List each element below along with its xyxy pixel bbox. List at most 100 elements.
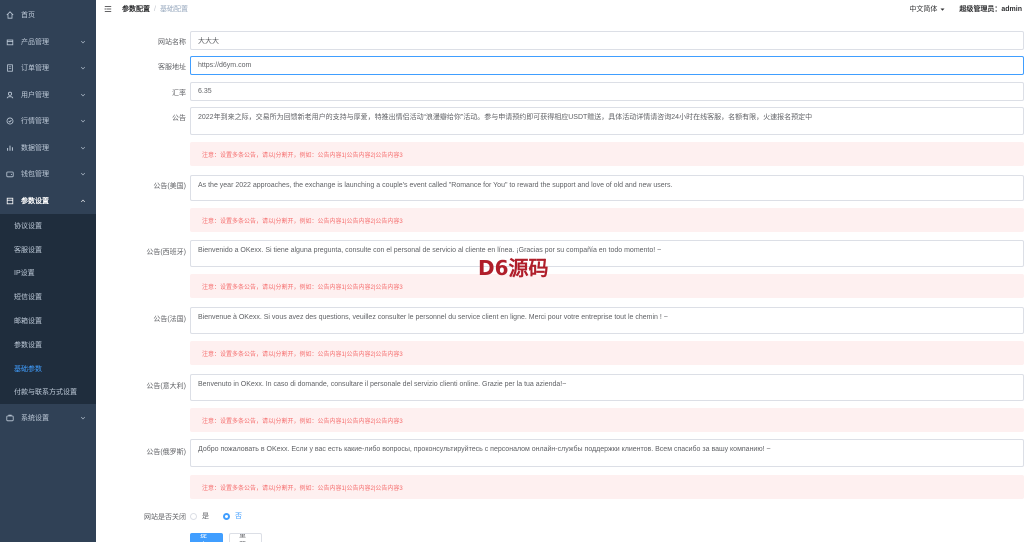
site-closed-label: 网站是否关闭 <box>144 514 186 521</box>
notice-it-textarea[interactable]: Benvenuto in OKexx. In caso di domande, … <box>190 374 1024 401</box>
breadcrumb: 参数配置 / 基础配置 <box>122 4 188 14</box>
submenu-item-sms[interactable]: 短信设置 <box>0 285 96 309</box>
chevron-down-icon <box>80 93 86 97</box>
chevron-up-icon <box>80 199 86 202</box>
breadcrumb-item[interactable]: 参数配置 <box>122 4 150 14</box>
topbar-right: 中文简体 超级管理员：admin <box>909 0 1024 18</box>
language-selector[interactable]: 中文简体 <box>909 4 945 14</box>
notice-it-value: Benvenuto in OKexx. In caso di domande, … <box>198 381 567 388</box>
site-closed-radio-group: 是 否 <box>190 511 256 521</box>
notice-en-textarea[interactable]: As the year 2022 approaches, the exchang… <box>190 175 1024 201</box>
chevron-down-icon <box>80 416 86 419</box>
notice-ru-textarea[interactable]: Добро пожаловать в OKexx. Если у вас ест… <box>190 439 1024 467</box>
sidebar-item-users[interactable]: 用户管理 <box>0 82 96 109</box>
notice-en-label: 公告(美国) <box>153 183 186 190</box>
params-submenu: 协议设置 客服设置 IP设置 短信设置 邮箱设置 参数设置 基础参数 付款与联系… <box>0 214 96 405</box>
radio-no[interactable]: 否 <box>223 511 242 521</box>
service-url-label: 客服地址 <box>158 64 186 71</box>
submit-button[interactable]: 提交 <box>190 533 223 542</box>
chevron-down-icon <box>80 40 86 44</box>
sidebar-item-label: 数据管理 <box>21 144 49 152</box>
sidebar-item-system[interactable]: 系统设置 <box>0 404 96 431</box>
sidebar-item-orders[interactable]: 订单管理 <box>0 55 96 82</box>
notice-hint: 注意：设置多条公告，请以|分割开，例如：公告内容1|公告内容2|公告内容3 <box>190 142 1024 166</box>
submenu-item-basic-params[interactable]: 基础参数 <box>0 357 96 381</box>
breadcrumb-separator: / <box>154 5 156 13</box>
service-url-input[interactable]: https://d6ym.com <box>190 56 1024 75</box>
site-name-value: 大大大 <box>198 37 219 45</box>
hamburger-icon[interactable] <box>104 5 112 13</box>
notice-en-hint: 注意：设置多条公告，请以|分割开，例如：公告内容1|公告内容2|公告内容3 <box>190 208 1024 232</box>
submenu-item-ip[interactable]: IP设置 <box>0 262 96 286</box>
notice-ru-value: Добро пожаловать в OKexx. Если у вас ест… <box>198 446 771 453</box>
sidebar-item-label: 订单管理 <box>21 65 49 73</box>
user-icon <box>6 91 14 99</box>
rate-value: 6.35 <box>198 88 212 95</box>
sidebar-item-label: 钱包管理 <box>21 171 49 179</box>
notice-ru-label: 公告(俄罗斯) <box>146 449 186 456</box>
order-icon <box>6 64 14 72</box>
sidebar-item-label: 用户管理 <box>21 91 49 99</box>
notice-textarea[interactable]: 2022年到来之际，交易所为回馈新老用户的支持与厚爱，特推出情侣活动“浪漫瓣给你… <box>190 107 1024 135</box>
breadcrumb-item: 基础配置 <box>159 6 188 13</box>
chevron-down-icon <box>80 67 86 70</box>
notice-fr-label: 公告(法国) <box>153 316 186 323</box>
notice-fr-textarea[interactable]: Bienvenue à OKexx. Si vous avez des ques… <box>190 307 1024 334</box>
language-label: 中文简体 <box>909 6 938 13</box>
sidebar-item-home[interactable]: 首页 <box>0 2 96 29</box>
notice-fr-hint: 注意：设置多条公告，请以|分割开，例如：公告内容1|公告内容2|公告内容3 <box>190 341 1024 365</box>
submenu-item-params[interactable]: 参数设置 <box>0 333 96 357</box>
chevron-down-icon <box>80 120 86 123</box>
sidebar-item-label: 参数设置 <box>21 197 49 205</box>
notice-fr-value: Bienvenue à OKexx. Si vous avez des ques… <box>198 314 668 321</box>
submenu-item-payment[interactable]: 付款与联系方式设置 <box>0 381 96 405</box>
sidebar-item-params[interactable]: 参数设置 <box>0 188 96 215</box>
radio-label: 是 <box>202 513 209 520</box>
notice-it-label: 公告(意大利) <box>146 383 186 390</box>
admin-label[interactable]: 超级管理员：admin <box>959 4 1022 14</box>
rate-input[interactable]: 6.35 <box>190 82 1024 101</box>
sidebar-item-products[interactable]: 产品管理 <box>0 29 96 56</box>
submenu-item-service[interactable]: 客服设置 <box>0 238 96 262</box>
market-icon <box>6 117 14 125</box>
sidebar-item-market[interactable]: 行情管理 <box>0 108 96 135</box>
notice-es-hint: 注意：设置多条公告，请以|分割开，例如：公告内容1|公告内容2|公告内容3 <box>190 274 1024 298</box>
sidebar: 首页 产品管理 订单管理 用户管理 行情管理 数据管理 钱包管理 参数设置 协议… <box>0 0 96 542</box>
submenu-item-protocol[interactable]: 协议设置 <box>0 214 96 238</box>
sidebar-item-wallet[interactable]: 钱包管理 <box>0 161 96 188</box>
radio-label: 否 <box>235 513 242 520</box>
submenu-item-email[interactable]: 邮箱设置 <box>0 309 96 333</box>
topbar: 参数配置 / 基础配置 中文简体 超级管理员：admin <box>96 0 1024 18</box>
notice-it-hint: 注意：设置多条公告，请以|分割开，例如：公告内容1|公告内容2|公告内容3 <box>190 408 1024 432</box>
chevron-down-icon <box>80 146 86 150</box>
site-name-input[interactable]: 大大大 <box>190 31 1024 50</box>
notice-es-textarea[interactable]: Bienvenido a OKexx. Si tiene alguna preg… <box>190 240 1024 267</box>
notice-es-label: 公告(西班牙) <box>146 249 186 256</box>
site-name-label: 网站名称 <box>158 39 186 46</box>
notice-en-value: As the year 2022 approaches, the exchang… <box>198 182 673 189</box>
radio-circle <box>223 512 230 520</box>
wallet-icon <box>6 170 14 178</box>
service-url-value: https://d6ym.com <box>198 62 252 69</box>
box-icon <box>6 38 14 46</box>
chevron-down-icon <box>80 173 86 176</box>
rate-label: 汇率 <box>172 90 186 97</box>
radio-circle <box>190 512 197 520</box>
sidebar-item-label: 系统设置 <box>21 414 49 422</box>
system-icon <box>6 414 14 422</box>
caret-down-icon <box>940 8 945 11</box>
notice-es-value: Bienvenido a OKexx. Si tiene alguna preg… <box>198 247 662 254</box>
settings-icon <box>6 197 14 205</box>
notice-value: 2022年到来之际，交易所为回馈新老用户的支持与厚爱，特推出情侣活动“浪漫瓣给你… <box>198 114 813 121</box>
notice-ru-hint: 注意：设置多条公告，请以|分割开，例如：公告内容1|公告内容2|公告内容3 <box>190 475 1024 499</box>
basic-params-form: 网站名称 大大大 客服地址 https://d6ym.com 汇率 6.35 公… <box>96 18 1024 542</box>
sidebar-item-data[interactable]: 数据管理 <box>0 135 96 162</box>
home-icon <box>6 11 14 19</box>
notice-label: 公告 <box>172 115 186 122</box>
sidebar-item-label: 首页 <box>21 12 35 20</box>
data-icon <box>6 144 14 152</box>
sidebar-item-label: 行情管理 <box>21 118 49 126</box>
reset-button[interactable]: 重置 <box>229 533 262 542</box>
sidebar-item-label: 产品管理 <box>21 38 49 46</box>
radio-yes[interactable]: 是 <box>190 511 209 521</box>
